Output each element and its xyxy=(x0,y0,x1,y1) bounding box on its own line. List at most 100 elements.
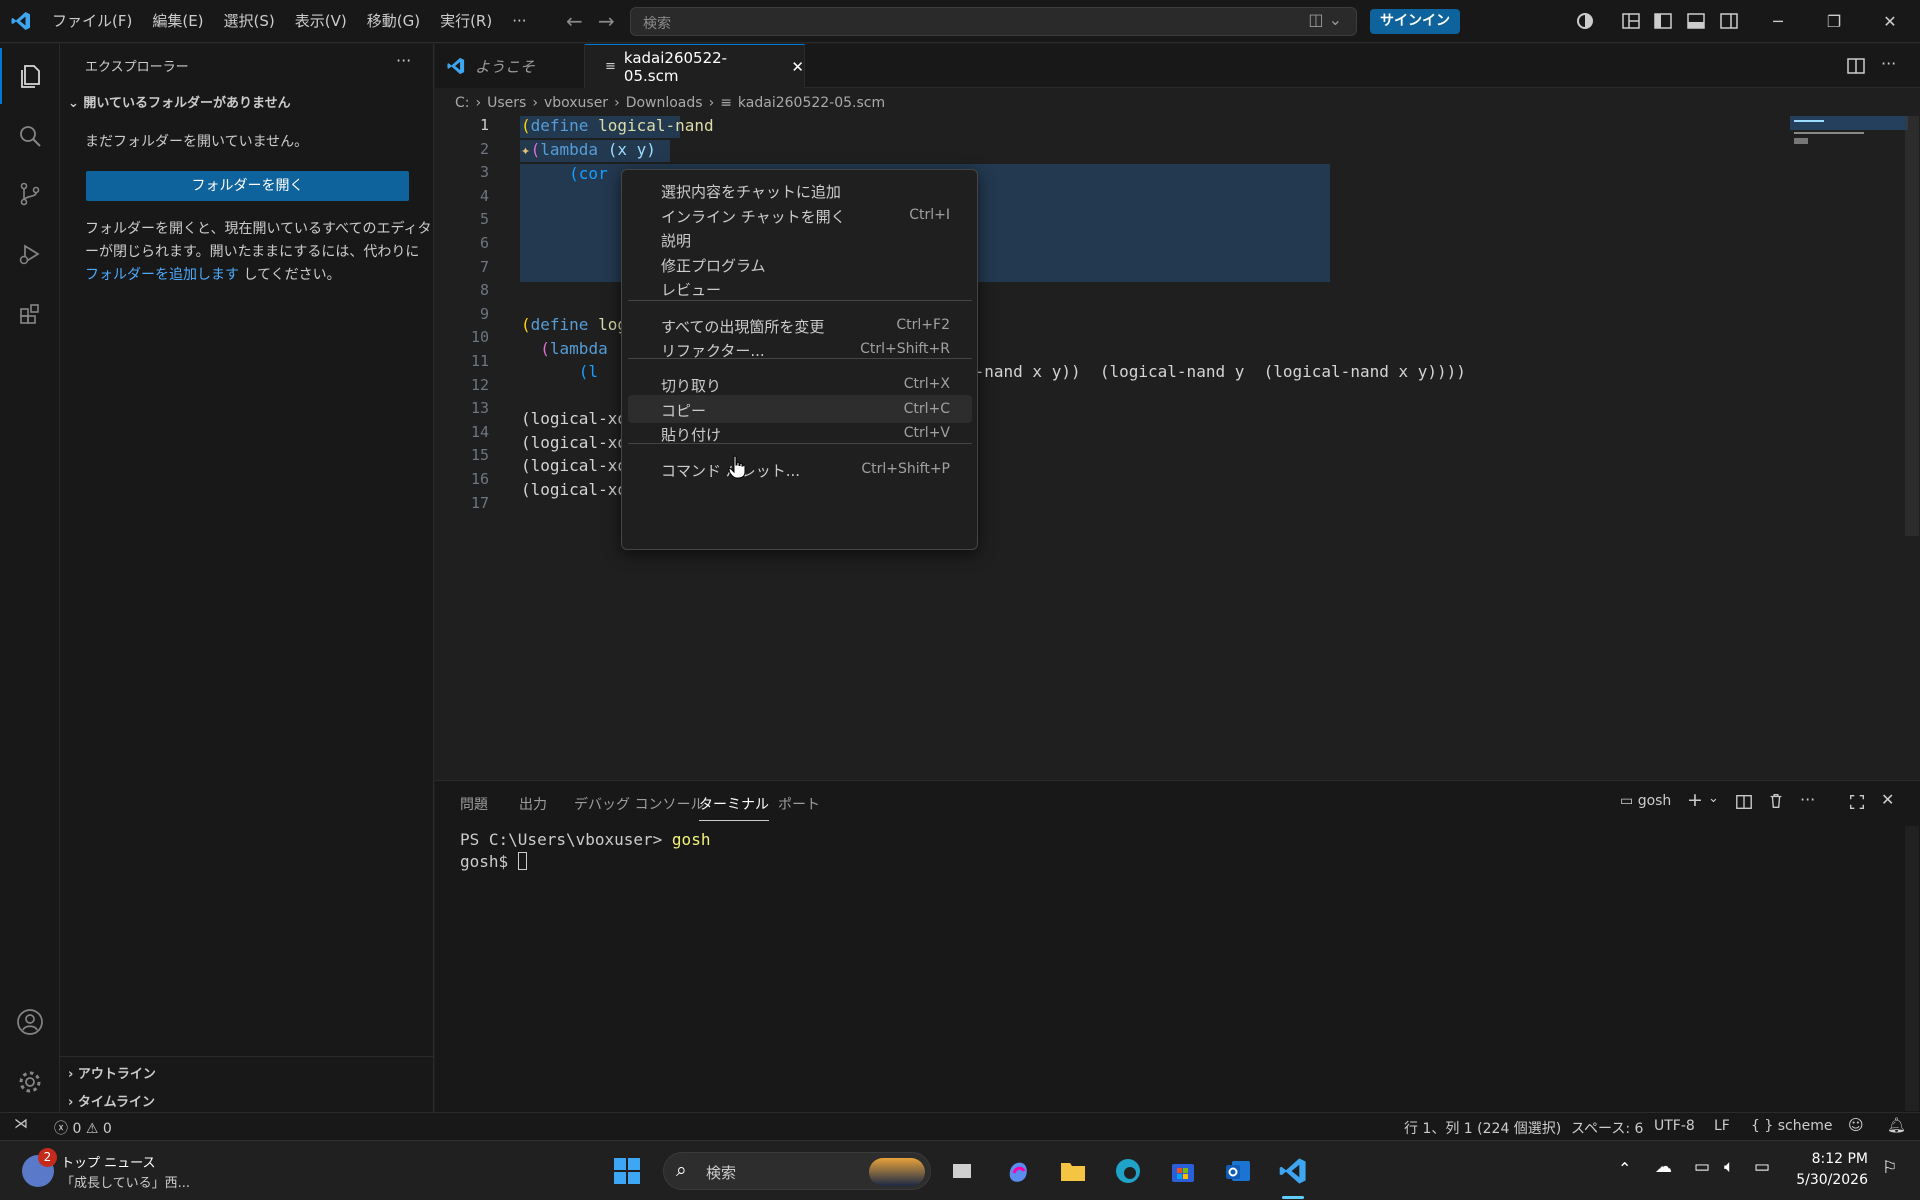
settings-gear-icon[interactable] xyxy=(0,1054,60,1110)
close-window-icon[interactable]: ✕ xyxy=(1862,0,1918,43)
toggle-secondary-sidebar-icon[interactable] xyxy=(1719,11,1739,31)
tab-terminal[interactable]: ターミナル xyxy=(699,794,769,821)
forward-arrow-icon[interactable]: → xyxy=(598,9,615,33)
editor-scrollbar[interactable] xyxy=(1905,116,1919,536)
tab-output[interactable]: 出力 xyxy=(519,794,547,814)
open-folder-button[interactable]: フォルダーを開く xyxy=(86,171,409,201)
menu-item-explain[interactable]: 説明 xyxy=(628,225,972,253)
menu-item-refactor[interactable]: リファクター... Ctrl+Shift+R xyxy=(628,335,972,363)
maximize-panel-icon[interactable] xyxy=(1848,793,1866,811)
copilot-icon[interactable] xyxy=(1575,11,1595,31)
menu-selection[interactable]: 選択(S) xyxy=(214,0,285,43)
explorer-icon[interactable] xyxy=(0,48,60,104)
battery-icon[interactable]: ▭ xyxy=(1754,1157,1770,1177)
menu-item-review[interactable]: レビュー xyxy=(628,274,972,302)
menu-more[interactable]: ··· xyxy=(502,0,536,43)
taskbar-search[interactable]: ⌕ 検索 xyxy=(663,1152,931,1190)
tab-kadai-file[interactable]: ≡ kadai260522-05.scm ✕ xyxy=(585,44,805,88)
outline-section[interactable]: › アウトライン xyxy=(68,1063,156,1082)
crumb-vboxuser[interactable]: vboxuser xyxy=(544,95,608,111)
task-view-icon[interactable] xyxy=(944,1153,980,1189)
menu-go[interactable]: 移動(G) xyxy=(357,0,430,43)
menu-run[interactable]: 実行(R) xyxy=(430,0,502,43)
command-search-box[interactable]: 検索 ◫ ⌄ xyxy=(630,7,1357,36)
terminal-scrollbar[interactable] xyxy=(1905,826,1919,1111)
add-folder-link[interactable]: フォルダーを追加します xyxy=(85,267,239,283)
toggle-panel-icon[interactable] xyxy=(1686,11,1706,31)
end-of-line[interactable]: LF xyxy=(1714,1118,1730,1134)
menu-item-shortcut: Ctrl+C xyxy=(903,401,950,417)
indentation[interactable]: スペース: 6 xyxy=(1571,1118,1643,1138)
close-tab-icon[interactable]: ✕ xyxy=(791,58,804,76)
tab-ports[interactable]: ポート xyxy=(778,794,820,814)
split-terminal-icon[interactable] xyxy=(1735,793,1753,811)
restore-icon[interactable]: ❐ xyxy=(1806,0,1862,43)
news-title[interactable]: トップ ニュース xyxy=(61,1152,155,1171)
volume-icon[interactable]: 🔈︎ xyxy=(1724,1157,1734,1177)
menu-item-command-palette[interactable]: コマンド パレット... Ctrl+Shift+P xyxy=(628,455,972,483)
new-terminal-icon[interactable]: + xyxy=(1687,789,1703,811)
tab-problems[interactable]: 問題 xyxy=(460,794,488,814)
no-folder-section[interactable]: ⌄ 開いているフォルダーがありません xyxy=(68,92,291,111)
crumb-users[interactable]: Users xyxy=(487,95,526,111)
problems-indicator[interactable]: ⓧ 0 ⚠ 0 xyxy=(54,1118,112,1138)
language-mode[interactable]: { } scheme xyxy=(1751,1118,1832,1134)
bell-icon[interactable]: 🔔︎ xyxy=(1887,1116,1906,1134)
onedrive-off-icon[interactable]: ☁ xyxy=(1655,1157,1672,1177)
terminal-line-2[interactable]: gosh$ xyxy=(460,852,527,871)
minimize-icon[interactable]: ─ xyxy=(1750,0,1806,43)
extensions-icon[interactable] xyxy=(0,286,60,342)
tab-welcome[interactable]: ようこそ xyxy=(435,44,585,88)
vscode-taskbar-icon[interactable] xyxy=(1275,1153,1311,1189)
sidebar-more-icon[interactable]: ··· xyxy=(396,51,411,70)
signin-button[interactable]: サインイン xyxy=(1370,9,1460,34)
close-panel-icon[interactable]: ✕ xyxy=(1881,790,1894,809)
tab-debug-console[interactable]: デバッグ コンソール xyxy=(574,794,704,814)
crumb-drive[interactable]: C: xyxy=(455,95,470,111)
chevron-right-icon: › xyxy=(68,1095,78,1110)
menu-item-add-selection-to-chat[interactable]: 選択内容をチャットに追加 xyxy=(628,176,972,204)
store-icon[interactable] xyxy=(1165,1153,1201,1189)
cursor-position[interactable]: 行 1、列 1 (224 個選択) xyxy=(1404,1118,1561,1138)
chat-icon[interactable]: ◫ ⌄ xyxy=(1308,10,1342,29)
news-subtitle[interactable]: 「成長している」西... xyxy=(61,1172,190,1191)
outlook-icon[interactable] xyxy=(1220,1153,1256,1189)
accounts-icon[interactable] xyxy=(0,994,60,1050)
file-explorer-icon[interactable] xyxy=(1055,1153,1091,1189)
clock-date[interactable]: 5/30/2026 xyxy=(1790,1172,1868,1188)
sparkle-icon[interactable]: ✦ xyxy=(521,141,530,159)
remote-icon[interactable]: ⋊ xyxy=(14,1116,28,1132)
source-control-icon[interactable] xyxy=(0,166,60,222)
notification-icon[interactable]: ⚐ xyxy=(1882,1158,1897,1178)
copilot-app-icon[interactable] xyxy=(1000,1153,1036,1189)
editor-more-icon[interactable]: ··· xyxy=(1881,54,1896,73)
timeline-section[interactable]: › タイムライン xyxy=(68,1091,155,1110)
back-arrow-icon[interactable]: ← xyxy=(566,9,583,33)
chevron-down-icon[interactable]: ⌄ xyxy=(1708,791,1719,806)
network-icon[interactable]: ▭ xyxy=(1694,1157,1710,1177)
edge-icon[interactable] xyxy=(1110,1153,1146,1189)
customize-layout-icon[interactable] xyxy=(1621,11,1641,31)
split-editor-icon[interactable] xyxy=(1846,56,1866,76)
copilot-status-icon[interactable]: ☺ xyxy=(1848,1116,1864,1134)
panel-more-icon[interactable]: ··· xyxy=(1800,790,1815,809)
menu-view[interactable]: 表示(V) xyxy=(285,0,357,43)
menu-edit[interactable]: 編集(E) xyxy=(142,0,213,43)
menu-item-paste[interactable]: 貼り付け Ctrl+V xyxy=(628,419,972,447)
chevron-up-icon[interactable]: ⌃ xyxy=(1618,1159,1631,1178)
clock-time[interactable]: 8:12 PM xyxy=(1800,1151,1868,1167)
crumb-file[interactable]: kadai260522-05.scm xyxy=(738,95,885,111)
encoding[interactable]: UTF-8 xyxy=(1654,1118,1695,1134)
line-number: 17 xyxy=(470,493,489,512)
start-windows-icon[interactable] xyxy=(609,1153,645,1189)
code-line-1: (define logical-nand xyxy=(521,116,714,135)
search-icon[interactable] xyxy=(0,108,60,164)
minimap[interactable] xyxy=(1790,116,1908,166)
crumb-downloads[interactable]: Downloads xyxy=(626,95,703,111)
toggle-primary-sidebar-icon[interactable] xyxy=(1653,11,1673,31)
trash-icon[interactable] xyxy=(1767,792,1785,810)
run-debug-icon[interactable] xyxy=(0,226,60,282)
menu-file[interactable]: ファイル(F) xyxy=(42,0,142,43)
terminal-selector[interactable]: ▭ gosh xyxy=(1620,793,1671,809)
menu-item-cut[interactable]: 切り取り Ctrl+X xyxy=(628,370,972,398)
